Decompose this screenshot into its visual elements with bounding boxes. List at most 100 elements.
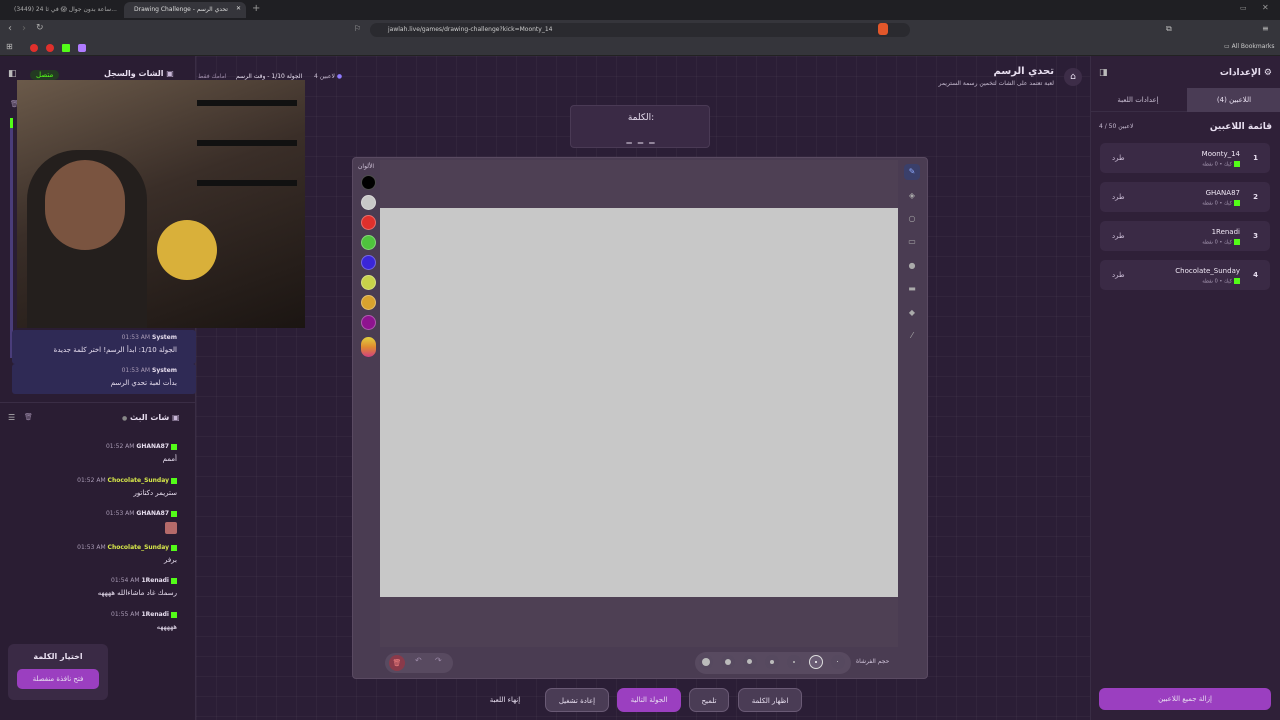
message-user: Chocolate_Sunday — [107, 477, 169, 484]
color-swatch[interactable] — [361, 195, 376, 210]
brush-size-lg[interactable] — [721, 655, 735, 669]
home-icon[interactable]: ⌂ — [1064, 68, 1082, 86]
divider — [0, 402, 196, 403]
end-game-button[interactable]: إنهاء اللعبة — [480, 688, 530, 712]
remove-all-players-button[interactable]: إزالة جميع اللاعبين — [1099, 688, 1271, 710]
shelf — [197, 140, 297, 146]
kick-player-button[interactable]: طرد — [1112, 154, 1125, 162]
youtube-bookmark-icon[interactable] — [30, 44, 38, 52]
brush-size-md[interactable] — [743, 655, 757, 669]
system-message-content: 01:53 AM System الجولة 1/10: ابدأ الرسم!… — [54, 334, 177, 354]
message-user: 1Renadi — [141, 611, 169, 618]
restart-button[interactable]: إعادة تشغيل — [545, 688, 609, 712]
eraser-tool-icon[interactable]: ◈ — [904, 188, 920, 204]
brush-size-selected[interactable] — [809, 655, 823, 669]
message-emote — [106, 522, 177, 536]
kick-icon — [171, 611, 177, 618]
bookmark-icon-2[interactable] — [46, 44, 54, 52]
brave-shield-icon[interactable] — [878, 23, 888, 35]
player-row: طرد GHANA87 كيك • 0 نقطة 2 — [1100, 182, 1270, 212]
scroll-track[interactable] — [10, 128, 13, 358]
drawing-canvas[interactable] — [380, 208, 898, 597]
redo-icon[interactable]: ↷ — [435, 656, 442, 665]
message-time: 01:53 AM — [121, 367, 151, 374]
chat-menu-icon[interactable]: ☰ — [8, 413, 15, 422]
clear-canvas-icon[interactable]: 🗑 — [389, 655, 405, 671]
address-input[interactable]: jawlah.live/games/drawing-challenge?kick… — [370, 23, 910, 37]
kick-bookmark-icon[interactable] — [62, 44, 70, 52]
extensions-icon[interactable]: ⧉ — [1166, 24, 1172, 34]
kick-player-button[interactable]: طرد — [1112, 193, 1125, 201]
person-face — [45, 160, 125, 250]
filled-circle-tool-icon[interactable]: ● — [904, 258, 920, 274]
live-chat-title-text: شات البث — [130, 413, 170, 422]
brush-size-xs[interactable] — [787, 655, 801, 669]
player-meta: كيك • 0 نقطة — [1202, 278, 1240, 285]
custom-color-picker[interactable] — [361, 337, 376, 357]
round-info: الجولة 1/10 - وقت الرسم — [236, 73, 303, 80]
color-swatch[interactable] — [361, 175, 376, 190]
chat-panel: ◧ متصل الشات والسجل ▣ 🗑 01:53 AM System … — [0, 56, 305, 720]
browser-toolbar: ‹ › ↻ ⚐ jawlah.live/games/drawing-challe… — [0, 20, 1280, 40]
chat-message: 01:52 AM Chocolate_Sunday ستريمر دكتاتور — [77, 477, 177, 497]
message-header: 01:53 AM GHANA87 — [106, 510, 177, 517]
tab-title: Drawing Challenge - تحدي الرسم — [134, 6, 228, 13]
collapse-panel-icon[interactable]: ◧ — [8, 69, 17, 79]
circle-tool-icon[interactable]: ○ — [904, 211, 920, 227]
action-group: 🗑 ↶ ↷ — [385, 653, 453, 673]
rectangle-tool-icon[interactable]: ▭ — [904, 234, 920, 250]
collapse-settings-icon[interactable]: ◨ — [1099, 68, 1108, 78]
kick-player-button[interactable]: طرد — [1112, 232, 1125, 240]
back-icon[interactable]: ‹ — [8, 23, 12, 34]
word-label: الكلمة: — [627, 113, 655, 123]
url-text: jawlah.live/games/drawing-challenge?kick… — [388, 26, 553, 33]
player-meta-text: كيك • 0 نقطة — [1202, 278, 1232, 285]
browser-tab-drawing[interactable]: Drawing Challenge - تحدي الرسم ✕ — [124, 2, 246, 18]
color-swatch[interactable] — [361, 215, 376, 230]
open-popup-button[interactable]: فتح نافذة منفصلة — [17, 669, 99, 689]
all-bookmarks[interactable]: ▭ All Bookmarks — [1224, 43, 1274, 50]
tab-players[interactable]: اللاعبين (4) — [1187, 88, 1280, 112]
message-time: 01:53 AM — [121, 334, 151, 341]
reload-icon[interactable]: ↻ — [36, 23, 44, 33]
brush-size-sm[interactable] — [765, 655, 779, 669]
color-swatch[interactable] — [361, 315, 376, 330]
color-swatch[interactable] — [361, 255, 376, 270]
browser-tab-youtube[interactable]: (3449) 24 ساعة بدون جوال 😱 في ثا... — [4, 2, 122, 18]
close-window-icon[interactable]: ✕ — [1262, 3, 1269, 12]
color-swatch[interactable] — [361, 275, 376, 290]
player-meta: كيك • 0 نقطة — [1202, 200, 1240, 207]
word-box: الكلمة: _ _ _ — [570, 105, 710, 148]
message-user: 1Renadi — [141, 577, 169, 584]
restore-icon[interactable]: ▭ — [1240, 4, 1247, 12]
pen-tool-icon[interactable]: ✎ — [904, 164, 920, 180]
fill-bucket-icon[interactable]: ◆ — [904, 305, 920, 321]
close-tab-icon[interactable]: ✕ — [236, 5, 241, 12]
bookmark-icon-4[interactable] — [78, 44, 86, 52]
new-tab-icon[interactable]: + — [252, 3, 260, 14]
forward-icon[interactable]: › — [22, 23, 26, 34]
tab-game-settings[interactable]: إعدادات اللعبة — [1091, 88, 1185, 112]
hint-button[interactable]: تلميح — [689, 688, 729, 712]
color-swatch[interactable] — [361, 295, 376, 310]
all-bookmarks-label: All Bookmarks — [1231, 43, 1275, 50]
brush-size-xxs[interactable] — [831, 655, 845, 669]
color-swatch[interactable] — [361, 235, 376, 250]
line-tool-icon[interactable]: ⁄ — [904, 328, 920, 344]
word-value: _ _ _ — [626, 131, 656, 144]
undo-icon[interactable]: ↶ — [415, 656, 422, 665]
bookmark-icon[interactable]: ⚐ — [354, 24, 361, 33]
game-title: تحدي الرسم — [993, 66, 1054, 77]
browser-tab-bar: (3449) 24 ساعة بدون جوال 😱 في ثا... Draw… — [0, 0, 1280, 20]
next-round-button[interactable]: الجولة التالية — [617, 688, 681, 712]
brush-size-xl[interactable] — [699, 655, 713, 669]
player-name: GHANA87 — [1205, 189, 1240, 197]
menu-icon[interactable]: ≡ — [1262, 24, 1269, 33]
delete-chat-icon[interactable]: 🗑 — [24, 413, 33, 421]
shelf — [197, 180, 297, 186]
apps-icon[interactable]: ⊞ — [6, 42, 13, 51]
reveal-word-button[interactable]: اظهار الكلمة — [738, 688, 802, 712]
info-icon: ● — [122, 415, 128, 422]
kick-player-button[interactable]: طرد — [1112, 271, 1125, 279]
filled-rect-tool-icon[interactable]: ▬ — [904, 281, 920, 297]
